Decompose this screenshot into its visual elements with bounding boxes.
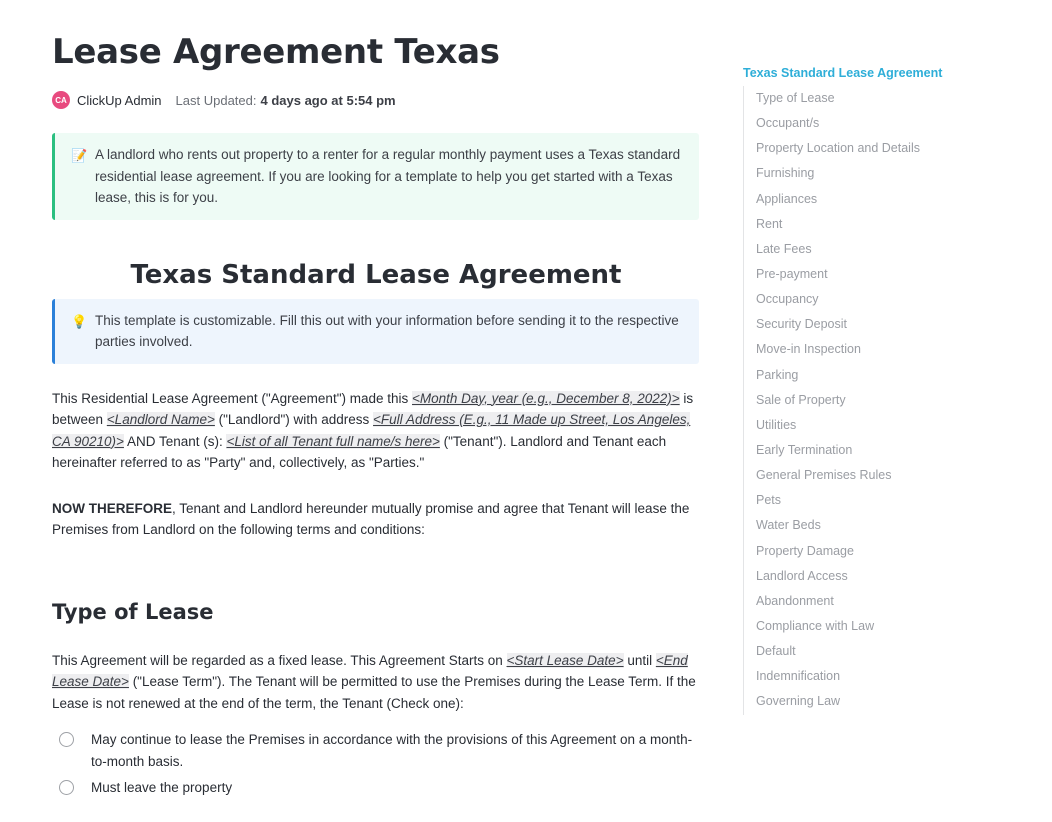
toc-title[interactable]: Texas Standard Lease Agreement (743, 62, 1003, 84)
option-label: May continue to lease the Premises in ac… (91, 732, 693, 769)
toc-item-early-termination[interactable]: Early Termination (744, 438, 1003, 463)
toc-item-abandonment[interactable]: Abandonment (744, 589, 1003, 614)
toc-item-furnishing[interactable]: Furnishing (744, 161, 1003, 186)
toc-item-move-in-inspection[interactable]: Move-in Inspection (744, 337, 1003, 362)
radio-button[interactable] (59, 732, 74, 747)
toc-item-appliances[interactable]: Appliances (744, 187, 1003, 212)
memo-icon: 📝 (71, 148, 88, 163)
toc-item-indemnification[interactable]: Indemnification (744, 664, 1003, 689)
last-updated-value: 4 days ago at 5:54 pm (260, 92, 396, 108)
placeholder-date[interactable]: <Month Day, year (e.g., December 8, 2022… (412, 390, 680, 406)
toc-item-sale-of-property[interactable]: Sale of Property (744, 388, 1003, 413)
lease-option-month-to-month[interactable]: May continue to lease the Premises in ac… (52, 729, 700, 773)
toc-item-occupant-s[interactable]: Occupant/s (744, 111, 1003, 136)
doc-meta: CA ClickUp Admin Last Updated: 4 days ag… (52, 90, 700, 110)
table-of-contents: Texas Standard Lease Agreement Type of L… (743, 62, 1003, 715)
toc-item-utilities[interactable]: Utilities (744, 413, 1003, 438)
toc-item-type-of-lease[interactable]: Type of Lease (744, 86, 1003, 111)
text-run: AND Tenant (s): (123, 433, 227, 449)
agreement-heading: Texas Standard Lease Agreement (130, 259, 622, 290)
text-run: ("Lease Term"). The Tenant will be permi… (52, 674, 696, 711)
toc-item-pets[interactable]: Pets (744, 488, 1003, 513)
radio-button[interactable] (59, 780, 74, 795)
now-therefore-paragraph: NOW THEREFORE, Tenant and Landlord hereu… (52, 498, 700, 541)
intro-callout-text: A landlord who rents out property to a r… (95, 147, 681, 205)
toc-item-landlord-access[interactable]: Landlord Access (744, 564, 1003, 589)
toc-item-compliance-with-law[interactable]: Compliance with Law (744, 614, 1003, 639)
tip-callout-text: This template is customizable. Fill this… (95, 312, 679, 350)
toc-item-pre-payment[interactable]: Pre-payment (744, 262, 1003, 287)
text-run: until (623, 652, 656, 668)
tip-callout: 💡 This template is customizable. Fill th… (52, 298, 699, 364)
placeholder-landlord-name[interactable]: <Landlord Name> (106, 412, 215, 427)
intro-callout: 📝 A landlord who rents out property to a… (52, 133, 699, 220)
lightbulb-icon: 💡 (71, 313, 88, 329)
toc-item-security-deposit[interactable]: Security Deposit (744, 312, 1003, 337)
text-run: This Agreement will be regarded as a fix… (52, 652, 507, 668)
placeholder-tenant-names[interactable]: <List of all Tenant full name/s here> (226, 433, 440, 449)
toc-item-property-location-and-details[interactable]: Property Location and Details (744, 136, 1003, 161)
placeholder-start-date[interactable]: <Start Lease Date> (506, 652, 624, 668)
toc-item-default[interactable]: Default (744, 639, 1003, 664)
lease-options: May continue to lease the Premises in ac… (52, 729, 700, 799)
toc-list: Type of Lease Occupant/s Property Location… (743, 86, 1003, 715)
now-therefore-bold: NOW THEREFORE (52, 500, 172, 516)
toc-item-occupancy[interactable]: Occupancy (744, 287, 1003, 312)
page-title: Lease Agreement Texas (52, 32, 500, 72)
text-run: This Residential Lease Agreement ("Agree… (52, 390, 413, 406)
toc-item-property-damage[interactable]: Property Damage (744, 539, 1003, 564)
type-of-lease-heading: Type of Lease (52, 599, 214, 624)
type-of-lease-paragraph: This Agreement will be regarded as a fix… (52, 650, 700, 715)
document-body: Lease Agreement Texas CA ClickUp Admin L… (52, 28, 700, 803)
avatar[interactable]: CA (52, 91, 70, 109)
toc-item-rent[interactable]: Rent (744, 212, 1003, 237)
toc-item-parking[interactable]: Parking (744, 363, 1003, 388)
option-label: Must leave the property (91, 780, 233, 795)
toc-item-water-beds[interactable]: Water Beds (744, 513, 1003, 538)
agreement-paragraph: This Residential Lease Agreement ("Agree… (52, 388, 700, 474)
toc-item-general-premises-rules[interactable]: General Premises Rules (744, 463, 1003, 488)
toc-item-late-fees[interactable]: Late Fees (744, 237, 1003, 262)
toc-item-governing-law[interactable]: Governing Law (744, 689, 1003, 714)
lease-option-leave-property[interactable]: Must leave the property (52, 777, 700, 799)
text-run: ("Landlord") with address (214, 412, 374, 427)
last-updated-label: Last Updated: (175, 92, 257, 108)
author-name[interactable]: ClickUp Admin (77, 93, 162, 108)
